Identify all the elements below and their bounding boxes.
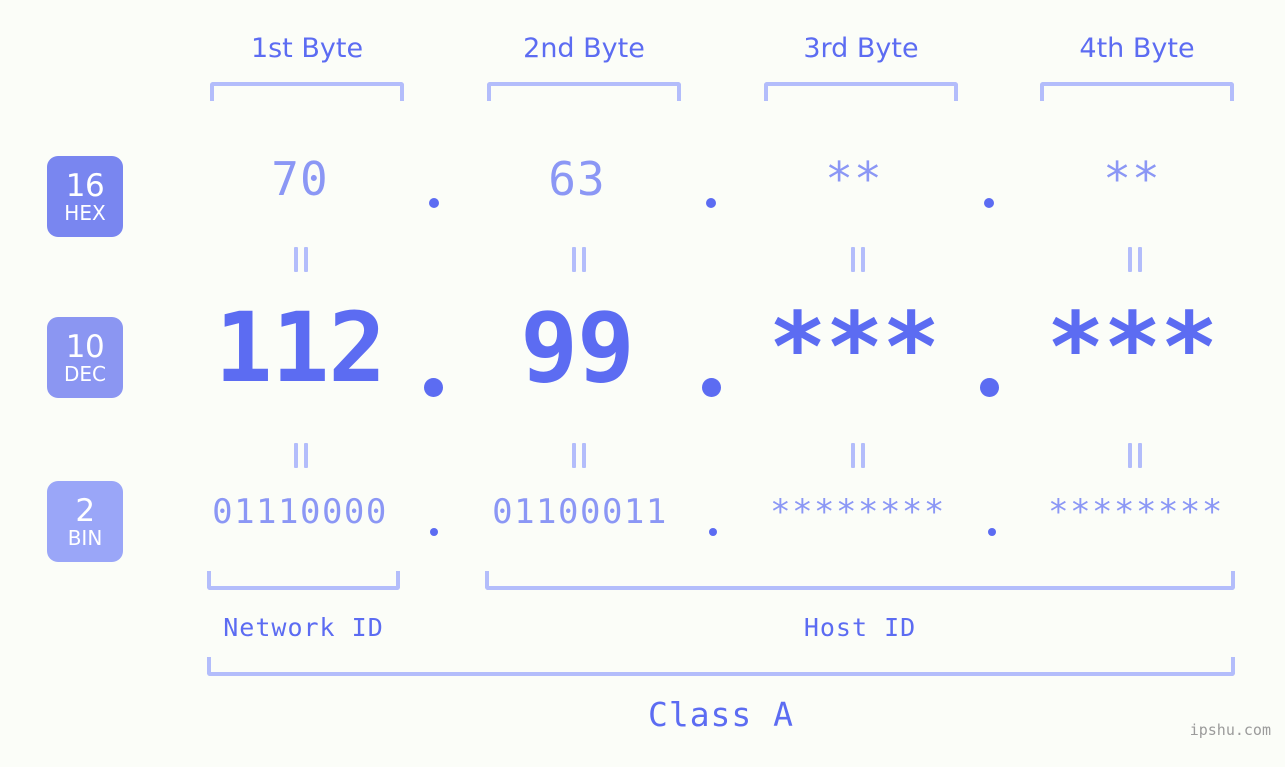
bin-byte-2-value: 01100011	[492, 492, 668, 532]
base-badge-hex-number: 16	[65, 167, 105, 204]
base-badge-dec-label: DEC	[63, 361, 106, 386]
dec-byte-4-value: ***	[1046, 292, 1218, 404]
hex-separator-dot-2	[706, 198, 716, 208]
base-badge-bin-number: 2	[75, 492, 95, 529]
bin-byte-4-value: ********	[1048, 492, 1224, 532]
base-badge-hex: 16 HEX	[47, 156, 123, 237]
hex-byte-3-value: **	[825, 152, 883, 206]
base-badge-bin: 2 BIN	[47, 481, 123, 562]
site-watermark: ipshu.com	[1189, 721, 1271, 739]
base-badge-bin-label: BIN	[67, 525, 103, 550]
dec-byte-3-value: ***	[768, 292, 940, 404]
hex-byte-1-value: 70	[271, 152, 329, 206]
byte-header-4: 4th Byte	[1079, 33, 1195, 64]
dec-byte-1-value: 112	[214, 292, 386, 404]
bin-separator-dot-3	[988, 528, 996, 536]
ip-address-breakdown-diagram: 1st Byte 2nd Byte 3rd Byte 4th Byte 16 H…	[0, 0, 1285, 767]
base-badge-dec-number: 10	[65, 328, 105, 365]
class-bracket	[207, 657, 1235, 676]
dec-separator-dot-2	[702, 378, 721, 397]
hex-separator-dot-1	[429, 198, 439, 208]
hex-byte-4-value: **	[1103, 152, 1161, 206]
bin-byte-3-value: ********	[770, 492, 946, 532]
dec-separator-dot-3	[980, 378, 999, 397]
bin-separator-dot-1	[430, 528, 438, 536]
byte-bracket-3	[764, 82, 958, 101]
base-badge-dec: 10 DEC	[47, 317, 123, 398]
class-label: Class A	[647, 695, 795, 734]
network-id-bracket	[207, 571, 400, 590]
network-id-label: Network ID	[223, 613, 384, 642]
byte-bracket-4	[1040, 82, 1234, 101]
dec-byte-2-value: 99	[520, 292, 635, 404]
byte-header-2: 2nd Byte	[523, 33, 645, 64]
bin-byte-1-value: 01110000	[212, 492, 388, 532]
base-badge-hex-label: HEX	[64, 200, 106, 225]
host-id-label: Host ID	[803, 613, 917, 642]
host-id-bracket	[485, 571, 1235, 590]
dec-separator-dot-1	[424, 378, 443, 397]
byte-header-3: 3rd Byte	[803, 33, 919, 64]
byte-bracket-1	[210, 82, 404, 101]
hex-separator-dot-3	[984, 198, 994, 208]
bin-separator-dot-2	[709, 528, 717, 536]
hex-byte-2-value: 63	[548, 152, 606, 206]
byte-header-1: 1st Byte	[250, 33, 364, 64]
byte-bracket-2	[487, 82, 681, 101]
